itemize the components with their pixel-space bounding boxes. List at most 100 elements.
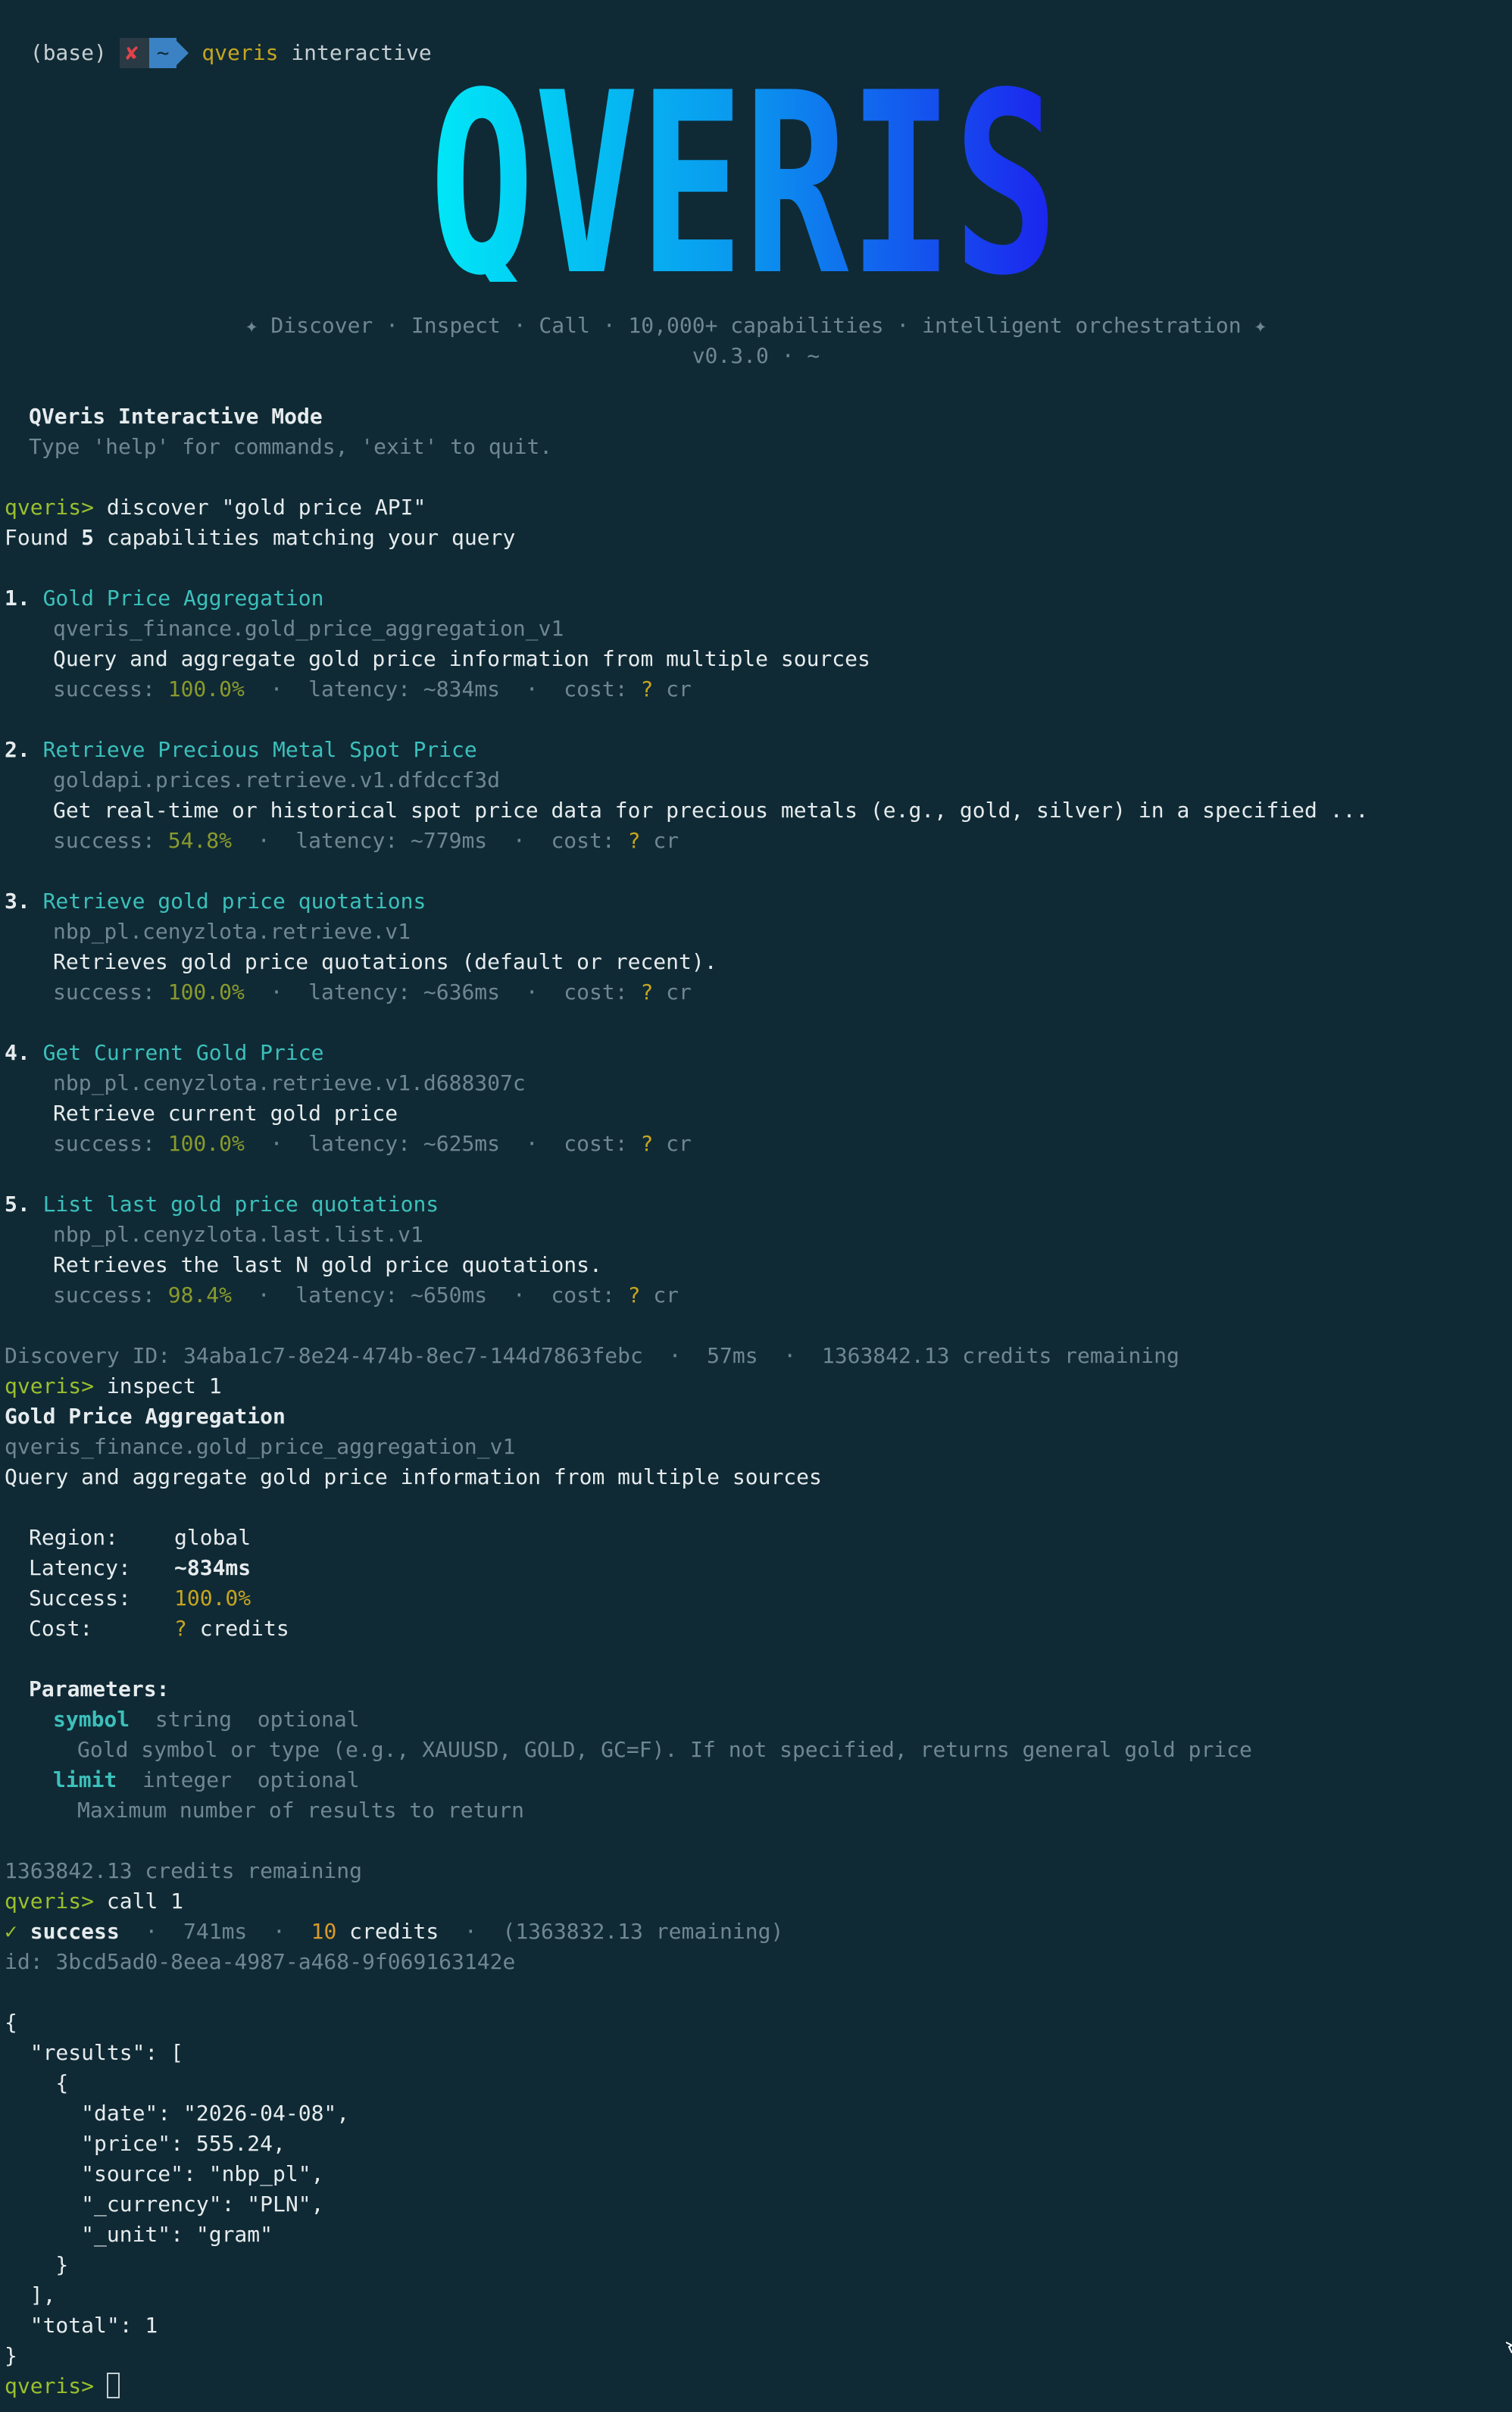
check-icon: ✓	[5, 1919, 17, 1944]
json-line: {	[5, 2010, 17, 2035]
discover-command-line: qveris> discover "gold price API"	[5, 492, 426, 523]
tagline: ✦ Discover · Inspect · Call · 10,000+ ca…	[245, 313, 1267, 338]
call-id: id: 3bcd5ad0-8eea-4987-a468-9f069163142e	[5, 1949, 516, 1974]
latency-row: Latency: ~834ms	[29, 1555, 251, 1580]
error-x-icon: ✘	[125, 40, 139, 65]
inspect-footer: 1363842.13 credits remaining	[5, 1858, 363, 1883]
json-line: {	[5, 2070, 69, 2095]
input-prompt-line[interactable]: qveris>	[5, 2371, 120, 2401]
success-rate: 98.4%	[167, 1283, 233, 1308]
parameters-heading: Parameters:	[29, 1676, 170, 1701]
result-name: Gold Price Aggregation	[42, 586, 324, 611]
command-text: inspect 1	[94, 1373, 222, 1398]
json-line: }	[5, 2252, 69, 2277]
found-summary: Found 5 capabilities matching your query	[5, 525, 516, 550]
success-rate: 100.0%	[167, 979, 245, 1004]
credits-used: 10	[311, 1919, 337, 1944]
result-item: 5. List last gold price quotations	[5, 1189, 439, 1220]
result-desc: Retrieve current gold price	[53, 1101, 398, 1126]
success-row: Success: 100.0%	[29, 1586, 251, 1611]
json-line: "price": 555.24,	[5, 2131, 286, 2156]
inspect-name: Gold Price Aggregation	[5, 1404, 286, 1429]
param-name: limit	[53, 1767, 117, 1792]
prompt-label: qveris>	[5, 495, 95, 520]
region-value: global	[174, 1525, 251, 1550]
command-text: call 1	[94, 1889, 184, 1914]
call-status-line: ✓ success · 741ms · 10 credits · (136383…	[5, 1919, 784, 1944]
json-line: }	[5, 2343, 17, 2368]
json-line: "results": [	[5, 2040, 184, 2065]
param-meta: integer optional	[117, 1767, 360, 1792]
json-line: "_currency": "PLN",	[5, 2192, 324, 2217]
svg-text:QVERIS: QVERIS	[430, 67, 1058, 282]
inspect-command-line: qveris> inspect 1	[5, 1371, 222, 1401]
result-item: 3. Retrieve gold price quotations	[5, 886, 426, 917]
text-cursor[interactable]	[106, 2373, 120, 2398]
result-name: Retrieve gold price quotations	[42, 889, 426, 914]
success-value: 100.0%	[174, 1586, 251, 1611]
result-desc: Retrieves the last N gold price quotatio…	[53, 1252, 602, 1277]
param-row: limit integer optional	[53, 1765, 360, 1795]
result-name: List last gold price quotations	[42, 1192, 439, 1217]
result-id: goldapi.prices.retrieve.v1.dfdccf3d	[53, 767, 501, 792]
result-desc: Retrieves gold price quotations (default…	[53, 949, 717, 974]
json-line: "date": "2026-04-08",	[5, 2101, 350, 2126]
cost-value: ?	[627, 828, 641, 853]
cost-value: ?	[640, 676, 654, 701]
json-line: ],	[5, 2282, 56, 2307]
json-line: "total": 1	[5, 2313, 158, 2338]
cost-value: ?	[174, 1616, 187, 1641]
result-id: nbp_pl.cenyzlota.retrieve.v1.d688307c	[53, 1070, 526, 1095]
cost-value: ?	[640, 979, 654, 1004]
prompt-label: qveris>	[5, 1373, 95, 1398]
success-rate: 54.8%	[167, 828, 233, 853]
param-meta: string optional	[130, 1707, 360, 1732]
dir-segment: ~	[148, 38, 177, 68]
current-dir: ~	[156, 40, 170, 65]
result-number: 2.	[5, 737, 30, 762]
result-stats: success: 100.0% · latency: ~636ms · cost…	[53, 979, 692, 1004]
prompt-label: qveris>	[5, 1889, 95, 1914]
qveris-logo: QVERIS	[430, 67, 1058, 282]
found-count: 5	[81, 525, 95, 550]
result-name: Retrieve Precious Metal Spot Price	[42, 737, 477, 762]
powerline-arrow-icon	[177, 41, 189, 65]
result-desc: Query and aggregate gold price informati…	[53, 646, 870, 671]
result-number: 1.	[5, 586, 30, 611]
mouse-cursor-icon	[1506, 2342, 1512, 2354]
command-text: discover "gold price API"	[94, 495, 426, 520]
param-name: symbol	[53, 1707, 130, 1732]
result-stats: success: 100.0% · latency: ~625ms · cost…	[53, 1131, 692, 1156]
result-desc: Get real-time or historical spot price d…	[53, 798, 1369, 823]
param-desc: Maximum number of results to return	[77, 1798, 525, 1823]
result-item: 4. Get Current Gold Price	[5, 1038, 323, 1068]
result-id: nbp_pl.cenyzlota.retrieve.v1	[53, 919, 411, 944]
param-desc: Gold symbol or type (e.g., XAUUSD, GOLD,…	[77, 1737, 1252, 1762]
param-row: symbol string optional	[53, 1704, 360, 1735]
result-number: 3.	[5, 889, 30, 914]
inspect-desc: Query and aggregate gold price informati…	[5, 1464, 822, 1489]
result-stats: success: 98.4% · latency: ~650ms · cost:…	[53, 1283, 679, 1308]
conda-env: (base)	[30, 40, 107, 65]
result-id: qveris_finance.gold_price_aggregation_v1	[53, 616, 564, 641]
inspect-id: qveris_finance.gold_price_aggregation_v1	[5, 1434, 516, 1459]
discovery-footer: Discovery ID: 34aba1c7-8e24-474b-8ec7-14…	[5, 1343, 1179, 1368]
json-line: "source": "nbp_pl",	[5, 2161, 324, 2186]
mode-hint: Type 'help' for commands, 'exit' to quit…	[29, 434, 553, 459]
cost-value: ?	[627, 1283, 641, 1308]
result-stats: success: 54.8% · latency: ~779ms · cost:…	[53, 828, 679, 853]
prompt-label: qveris>	[5, 2373, 95, 2398]
shell-command-args: interactive	[278, 40, 432, 65]
cost-row: Cost:? credits	[29, 1616, 289, 1641]
version-label: v0.3.0 · ~	[692, 343, 820, 368]
result-number: 4.	[5, 1040, 30, 1065]
cost-value: ?	[640, 1131, 654, 1156]
region-row: Region: global	[29, 1525, 251, 1550]
call-status: success	[17, 1919, 120, 1944]
result-number: 5.	[5, 1192, 30, 1217]
result-item: 2. Retrieve Precious Metal Spot Price	[5, 735, 477, 765]
result-stats: success: 100.0% · latency: ~834ms · cost…	[53, 676, 692, 701]
result-item: 1. Gold Price Aggregation	[5, 583, 323, 614]
shell-command-keyword: qveris	[201, 40, 279, 65]
json-line: "_unit": "gram"	[5, 2222, 273, 2247]
